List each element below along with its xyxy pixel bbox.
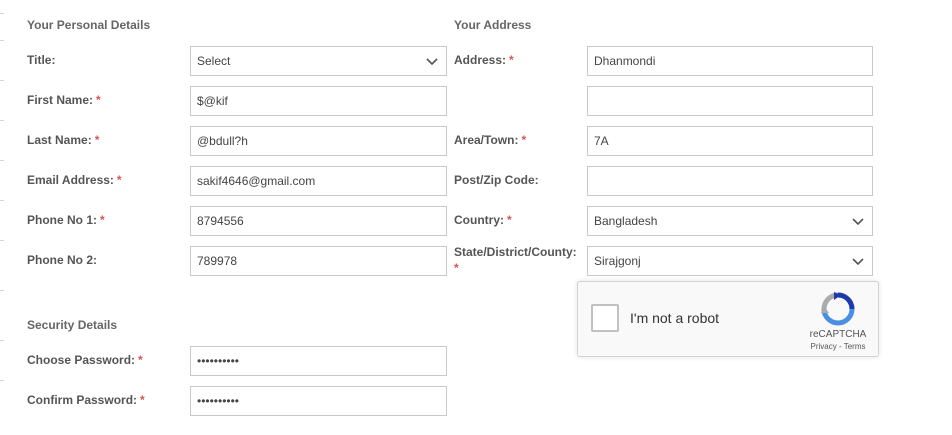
phone1-field[interactable] xyxy=(190,206,447,236)
required-marker: * xyxy=(509,53,514,67)
edge-tick xyxy=(0,120,4,121)
recaptcha-label: I'm not a robot xyxy=(630,310,720,326)
area-town-label: Area/Town: * xyxy=(454,133,527,147)
address-label: Address: * xyxy=(454,53,514,67)
postcode-label: Post/Zip Code: xyxy=(454,173,539,187)
email-field[interactable] xyxy=(190,166,447,196)
last-name-label: Last Name: * xyxy=(27,133,100,147)
chevron-down-icon xyxy=(852,258,864,266)
required-marker: * xyxy=(138,353,143,367)
first-name-field[interactable] xyxy=(190,86,447,116)
edge-tick xyxy=(0,40,4,41)
first-name-label: First Name: * xyxy=(27,93,101,107)
choose-password-label: Choose Password: * xyxy=(27,353,143,367)
edge-tick xyxy=(0,340,4,341)
last-name-field[interactable] xyxy=(190,126,447,156)
recaptcha-terms-link[interactable]: Terms xyxy=(844,342,866,351)
country-select-value: Bangladesh xyxy=(594,214,658,228)
required-marker: * xyxy=(454,261,459,275)
edge-tick xyxy=(0,80,4,81)
postcode-field[interactable] xyxy=(587,166,873,196)
recaptcha-widget: I'm not a robot reCAPTCHA Privacy - Term… xyxy=(577,281,879,357)
title-select[interactable]: Select xyxy=(190,46,447,76)
edge-tick xyxy=(0,290,4,291)
title-label: Title: xyxy=(27,53,56,67)
confirm-password-field[interactable]: •••••••••• xyxy=(190,386,447,416)
recaptcha-links: Privacy - Terms xyxy=(798,342,878,351)
title-select-value: Select xyxy=(197,54,231,68)
address-heading: Your Address xyxy=(454,18,532,32)
edge-tick xyxy=(0,160,4,161)
required-marker: * xyxy=(94,133,100,147)
email-label: Email Address: * xyxy=(27,173,122,187)
country-select[interactable]: Bangladesh xyxy=(587,206,873,236)
address-line1-field[interactable] xyxy=(587,46,873,76)
required-marker: * xyxy=(521,133,527,147)
phone1-label: Phone No 1: * xyxy=(27,213,105,227)
edge-tick xyxy=(0,240,4,241)
area-town-field[interactable] xyxy=(587,126,873,156)
recaptcha-brand: reCAPTCHA xyxy=(809,329,867,340)
state-label: State/District/County: * xyxy=(454,245,577,275)
confirm-password-label: Confirm Password: * xyxy=(27,393,145,407)
required-marker: * xyxy=(507,213,512,227)
recaptcha-privacy-link[interactable]: Privacy xyxy=(811,342,837,351)
required-marker: * xyxy=(140,393,145,407)
edge-tick xyxy=(0,13,4,14)
country-label: Country: * xyxy=(454,213,512,227)
required-marker: * xyxy=(100,213,105,227)
security-details-heading: Security Details xyxy=(27,318,118,332)
chevron-down-icon xyxy=(852,218,864,226)
edge-tick xyxy=(0,380,4,381)
chevron-down-icon xyxy=(426,58,438,66)
state-select-value: Sirajgonj xyxy=(594,254,641,268)
phone2-label: Phone No 2: xyxy=(27,253,98,267)
choose-password-field[interactable]: •••••••••• xyxy=(190,346,447,376)
recaptcha-separator: - xyxy=(838,342,842,351)
required-marker: * xyxy=(96,93,101,107)
edge-tick xyxy=(0,200,4,201)
required-marker: * xyxy=(116,173,122,187)
address-line2-field[interactable] xyxy=(587,86,873,116)
personal-details-heading: Your Personal Details xyxy=(27,18,151,32)
recaptcha-checkbox[interactable] xyxy=(591,304,619,332)
phone2-field[interactable] xyxy=(190,246,447,276)
state-select[interactable]: Sirajgonj xyxy=(587,246,873,276)
recaptcha-logo-icon xyxy=(821,292,855,326)
